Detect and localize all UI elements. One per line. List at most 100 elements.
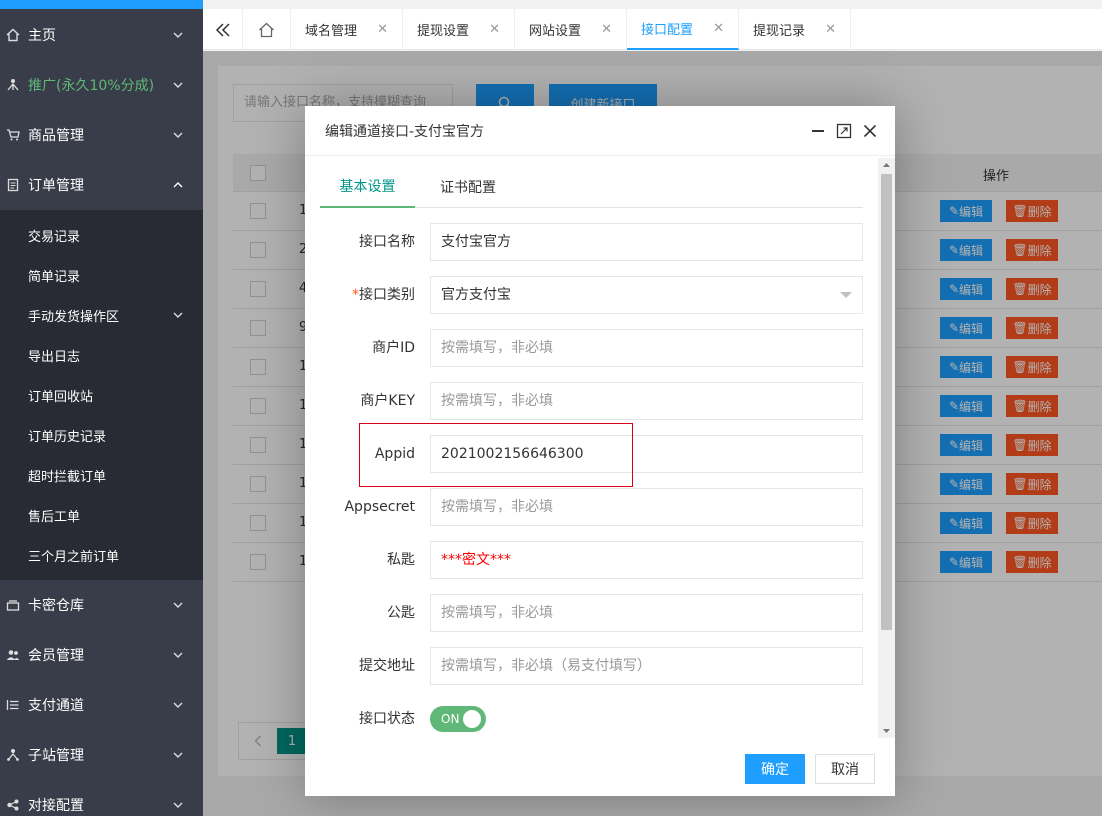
cancel-button[interactable]: 取消	[815, 754, 875, 784]
submenu-item-simple-records[interactable]: 简单记录	[0, 255, 203, 295]
sidebar-item-label: 推广(永久10%分成)	[28, 78, 155, 94]
close-icon[interactable]: ✕	[601, 22, 612, 37]
caret-down-icon	[840, 292, 852, 298]
sitemap-icon	[4, 748, 22, 762]
type-label: *接口类别	[305, 276, 415, 314]
chevron-down-icon	[173, 312, 183, 318]
submenu-item-export-log[interactable]: 导出日志	[0, 335, 203, 375]
sidebar-item-label: 订单管理	[28, 178, 84, 194]
scroll-up-icon[interactable]	[878, 158, 895, 172]
public-key-label: 公匙	[387, 605, 415, 621]
merchant-id-input[interactable]: 按需填写，非必填	[430, 329, 863, 367]
form-row-status: 接口状态 ON	[305, 700, 875, 738]
submit-url-label: 提交地址	[359, 658, 415, 674]
sidebar-item-members[interactable]: 会员管理	[0, 630, 203, 680]
submit-url-input[interactable]: 按需填写，非必填（易支付填写）	[430, 647, 863, 685]
status-label: 接口状态	[359, 711, 415, 727]
chevron-down-icon	[173, 702, 183, 708]
page-tabs-bar: 域名管理 ✕ 提现设置 ✕ 网站设置 ✕ 接口配置 ✕ 提现记录 ✕	[203, 9, 1102, 50]
submenu-item-manual-delivery[interactable]: 手动发货操作区	[0, 295, 203, 335]
sidebar-item-label: 主页	[28, 28, 56, 44]
form-row-type: *接口类别 官方支付宝	[305, 276, 875, 314]
home-icon	[4, 28, 22, 42]
sidebar-item-products[interactable]: 商品管理	[0, 110, 203, 160]
close-icon[interactable]: ✕	[489, 22, 500, 37]
chevron-down-icon	[173, 652, 183, 658]
confirm-button[interactable]: 确定	[745, 754, 805, 784]
sidebar-item-promotion[interactable]: 推广(永久10%分成)	[0, 60, 203, 110]
home-icon	[259, 22, 274, 37]
edit-interface-dialog: 编辑通道接口-支付宝官方 基本设置 证书配置 接口名称 支付宝官方 *接口类别 …	[305, 106, 895, 796]
sidebar-item-card-warehouse[interactable]: 卡密仓库	[0, 580, 203, 630]
form-row-public-key: 公匙 按需填写，非必填	[305, 594, 875, 632]
submenu-item-old-orders[interactable]: 三个月之前订单	[0, 535, 203, 575]
submenu-item-label: 手动发货操作区	[28, 309, 120, 325]
public-key-input[interactable]: 按需填写，非必填	[430, 594, 863, 632]
form-row-merchant-key: 商户KEY 按需填写，非必填	[305, 382, 875, 420]
list-icon	[4, 698, 22, 712]
collapse-sidebar-button[interactable]	[203, 9, 243, 50]
merchant-id-label: 商户ID	[372, 340, 415, 356]
chevron-down-icon	[173, 32, 183, 38]
tab-certificate-config[interactable]: 证书配置	[433, 166, 503, 208]
sidebar-item-orders[interactable]: 订单管理	[0, 160, 203, 210]
minimize-icon[interactable]	[810, 123, 826, 139]
sidebar-item-label: 商品管理	[28, 128, 84, 144]
form-row-submit-url: 提交地址 按需填写，非必填（易支付填写）	[305, 647, 875, 685]
name-label: 接口名称	[359, 234, 415, 250]
form-row-appsecret: Appsecret 按需填写，非必填	[305, 488, 875, 526]
submenu-item-order-history[interactable]: 订单历史记录	[0, 415, 203, 455]
tab-site-settings[interactable]: 网站设置 ✕	[515, 9, 627, 50]
sidebar-item-label: 会员管理	[28, 648, 84, 664]
status-switch[interactable]: ON	[430, 706, 486, 732]
required-mark: *	[352, 287, 359, 303]
appsecret-label: Appsecret	[344, 499, 415, 515]
submenu-item-transactions[interactable]: 交易记录	[0, 215, 203, 255]
scroll-thumb[interactable]	[881, 174, 892, 630]
submenu-item-timeout-orders[interactable]: 超时拦截订单	[0, 455, 203, 495]
merchant-key-input[interactable]: 按需填写，非必填	[430, 382, 863, 420]
private-key-label: 私匙	[387, 552, 415, 568]
close-icon[interactable]: ✕	[377, 22, 388, 37]
sidebar-top-bar	[0, 0, 203, 9]
chevron-up-icon	[173, 182, 183, 188]
tab-interface-config[interactable]: 接口配置 ✕	[627, 9, 739, 50]
tab-label: 接口配置	[641, 23, 694, 38]
dialog-tabs: 基本设置 证书配置	[320, 166, 863, 208]
form-row-private-key: 私匙 ***密文***	[305, 541, 875, 579]
tab-domain-management[interactable]: 域名管理 ✕	[291, 9, 403, 50]
chevron-down-icon	[173, 132, 183, 138]
warehouse-icon	[4, 598, 22, 612]
dialog-scrollbar[interactable]	[878, 158, 895, 738]
name-input[interactable]: 支付宝官方	[430, 223, 863, 261]
type-select[interactable]: 官方支付宝	[430, 276, 863, 314]
chevron-down-icon	[173, 802, 183, 808]
close-icon[interactable]: ✕	[713, 21, 724, 36]
sidebar-item-integration[interactable]: 对接配置	[0, 780, 203, 816]
sidebar-item-home[interactable]: 主页	[0, 10, 203, 60]
scroll-down-icon[interactable]	[878, 724, 895, 738]
submenu-item-recycle-bin[interactable]: 订单回收站	[0, 375, 203, 415]
tab-withdraw-settings[interactable]: 提现设置 ✕	[403, 9, 515, 50]
sidebar-item-payment-channels[interactable]: 支付通道	[0, 680, 203, 730]
home-tab[interactable]	[243, 9, 291, 50]
type-select-value: 官方支付宝	[441, 287, 511, 303]
close-icon[interactable]: ✕	[825, 22, 836, 37]
switch-knob	[463, 710, 481, 728]
dialog-header: 编辑通道接口-支付宝官方	[305, 106, 895, 156]
maximize-icon[interactable]	[836, 123, 852, 139]
order-submenu: 交易记录 简单记录 手动发货操作区 导出日志 订单回收站 订单历史记录 超时拦截…	[0, 210, 203, 580]
close-icon[interactable]	[862, 123, 878, 139]
tab-label: 域名管理	[305, 24, 358, 39]
type-label-text: 接口类别	[359, 287, 415, 303]
tab-withdraw-records[interactable]: 提现记录 ✕	[739, 9, 851, 50]
submenu-item-after-sales[interactable]: 售后工单	[0, 495, 203, 535]
appsecret-input[interactable]: 按需填写，非必填	[430, 488, 863, 526]
chevron-down-icon	[173, 752, 183, 758]
sidebar-item-substations[interactable]: 子站管理	[0, 730, 203, 780]
switch-state-text: ON	[441, 712, 460, 726]
private-key-input[interactable]: ***密文***	[430, 541, 863, 579]
sidebar-item-label: 子站管理	[28, 748, 84, 764]
tab-basic-settings[interactable]: 基本设置	[320, 166, 415, 208]
cart-icon	[4, 128, 22, 142]
